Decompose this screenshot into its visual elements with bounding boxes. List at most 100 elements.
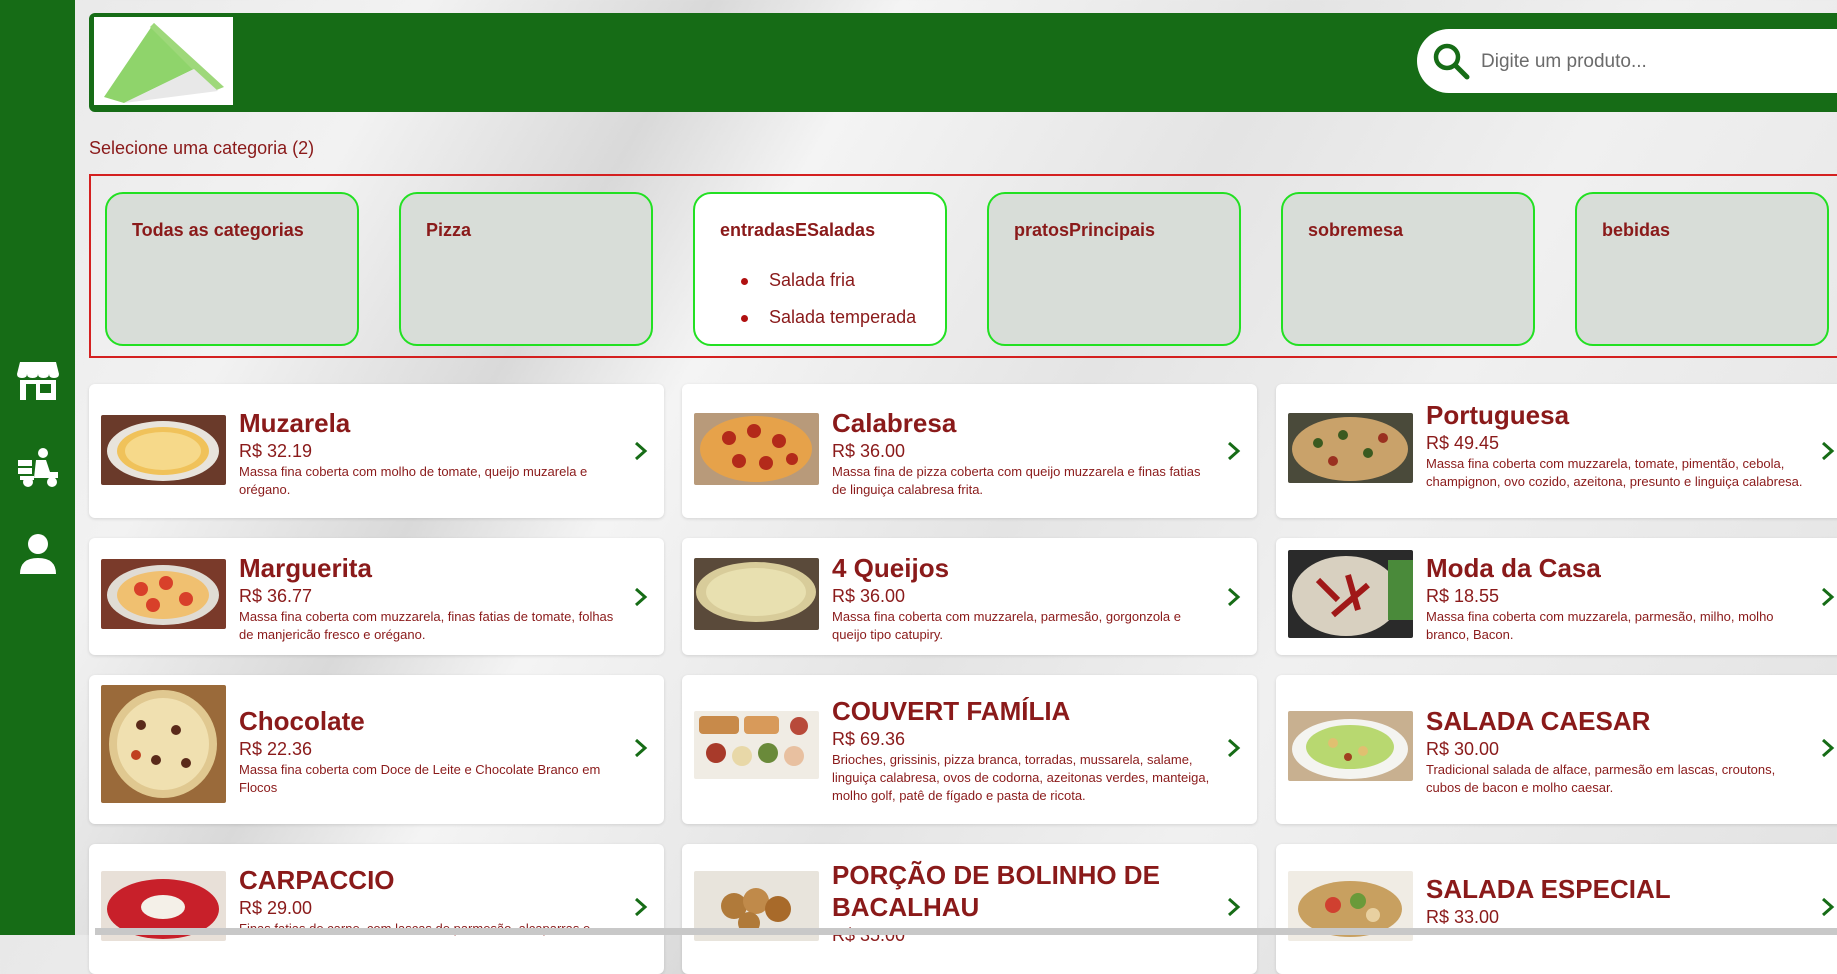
product-info: Portuguesa R$ 49.45 Massa fina coberta c… [1426, 399, 1811, 491]
product-price: R$ 30.00 [1426, 739, 1500, 759]
chevron-right-icon [635, 587, 648, 607]
product-info: Chocolate R$ 22.36 Massa fina coberta co… [239, 705, 624, 797]
product-description: Massa fina coberta com muzzarela, finas … [239, 609, 614, 642]
product-image [101, 685, 226, 803]
product-card[interactable]: Chocolate R$ 22.36 Massa fina coberta co… [89, 675, 664, 824]
product-image [1288, 550, 1413, 638]
logo [94, 17, 233, 105]
product-description: Massa fina de pizza coberta com queijo m… [832, 464, 1201, 497]
subcategory-list: Salada fria Salada temperada [721, 270, 916, 344]
product-info: SALADA CAESAR R$ 30.00 Tradicional salad… [1426, 705, 1811, 797]
product-card[interactable]: Marguerita R$ 36.77 Massa fina coberta c… [89, 538, 664, 655]
product-name: SALADA CAESAR [1426, 706, 1651, 736]
category-name: Todas as categorias [132, 220, 304, 240]
product-name: Calabresa [832, 408, 957, 438]
product-image [1288, 413, 1413, 483]
product-price: R$ 18.55 [1426, 586, 1500, 606]
product-card[interactable]: COUVERT FAMÍLIA R$ 69.36 Brioches, griss… [682, 675, 1257, 824]
product-price: R$ 33.00 [1426, 907, 1500, 927]
chevron-right-icon [1822, 441, 1835, 461]
chevron-right-icon [1822, 897, 1835, 917]
product-name: 4 Queijos [832, 553, 950, 583]
product-price: R$ 36.00 [832, 586, 906, 606]
search-input[interactable] [1479, 43, 1833, 81]
product-image [101, 559, 226, 629]
product-card[interactable]: PORÇÃO DE BOLINHO DE BACALHAU R$ 35.00 [682, 844, 1257, 974]
product-info: CARPACCIO R$ 29.00 Finas fatias de carne… [239, 864, 624, 938]
category-card-todas[interactable]: Todas as categorias [105, 192, 359, 346]
delivery-icon[interactable] [16, 446, 60, 490]
product-info: SALADA ESPECIAL R$ 33.00 [1426, 873, 1811, 929]
product-price: R$ 36.00 [832, 441, 906, 461]
product-price: R$ 49.45 [1426, 433, 1500, 453]
category-card-bebidas[interactable]: bebidas [1575, 192, 1829, 346]
search-icon[interactable] [1431, 41, 1471, 81]
chevron-right-icon [1228, 738, 1241, 758]
product-description: Brioches, grissinis, pizza branca, torra… [832, 752, 1210, 803]
category-card-pratos[interactable]: pratosPrincipais [987, 192, 1241, 346]
subcategory-item[interactable]: Salada fria [721, 270, 916, 307]
product-name: SALADA ESPECIAL [1426, 874, 1671, 904]
product-info: Moda da Casa R$ 18.55 Massa fina coberta… [1426, 552, 1811, 644]
product-info: Muzarela R$ 32.19 Massa fina coberta com… [239, 407, 624, 499]
product-name: Chocolate [239, 706, 365, 736]
category-name: bebidas [1602, 220, 1671, 240]
product-name: COUVERT FAMÍLIA [832, 696, 1071, 726]
product-name: Moda da Casa [1426, 553, 1601, 583]
chevron-right-icon [1228, 897, 1241, 917]
product-description: Massa fina coberta com muzzarela, parmes… [832, 609, 1182, 642]
product-image [694, 711, 819, 779]
product-info: 4 Queijos R$ 36.00 Massa fina coberta co… [832, 552, 1217, 644]
product-info: Marguerita R$ 36.77 Massa fina coberta c… [239, 552, 624, 644]
chevron-right-icon [1822, 738, 1835, 758]
product-name: PORÇÃO DE BOLINHO DE BACALHAU [832, 860, 1160, 922]
category-heading: Selecione uma categoria (2) [89, 138, 315, 158]
product-image [694, 558, 819, 630]
product-card[interactable]: CARPACCIO R$ 29.00 Finas fatias de carne… [89, 844, 664, 974]
product-description: Massa fina coberta com muzzarela, tomate… [1426, 456, 1803, 489]
category-card-sobremesa[interactable]: sobremesa [1281, 192, 1535, 346]
product-image [1288, 711, 1413, 781]
product-description: Tradicional salada de alface, parmesão e… [1426, 762, 1776, 795]
product-name: Portuguesa [1426, 400, 1570, 430]
chevron-right-icon [635, 897, 648, 917]
category-card-pizza[interactable]: Pizza [399, 192, 653, 346]
chevron-right-icon [1228, 587, 1241, 607]
category-name: Pizza [426, 220, 472, 240]
store-icon[interactable] [16, 358, 60, 402]
product-name: CARPACCIO [239, 865, 395, 895]
product-description: Massa fina coberta com molho de tomate, … [239, 464, 588, 497]
category-list: Todas as categorias Pizza entradasESalad… [89, 174, 1837, 358]
search-box [1417, 29, 1837, 93]
product-price: R$ 69.36 [832, 729, 906, 749]
product-price: R$ 36.77 [239, 586, 313, 606]
chevron-right-icon [635, 441, 648, 461]
product-card[interactable]: Calabresa R$ 36.00 Massa fina de pizza c… [682, 384, 1257, 518]
sidebar [0, 0, 75, 935]
product-name: Muzarela [239, 408, 351, 438]
product-description: Massa fina coberta com muzzarela, parmes… [1426, 609, 1774, 642]
product-card[interactable]: Moda da Casa R$ 18.55 Massa fina coberta… [1276, 538, 1837, 655]
product-name: Marguerita [239, 553, 372, 583]
product-price: R$ 35.00 [832, 925, 906, 945]
subcategory-item[interactable]: Salada temperada [721, 307, 916, 344]
product-info: Calabresa R$ 36.00 Massa fina de pizza c… [832, 407, 1217, 499]
product-card[interactable]: SALADA ESPECIAL R$ 33.00 [1276, 844, 1837, 974]
category-name: sobremesa [1308, 220, 1404, 240]
chevron-right-icon [1228, 441, 1241, 461]
product-info: COUVERT FAMÍLIA R$ 69.36 Brioches, griss… [832, 695, 1217, 805]
product-image [694, 413, 819, 485]
chevron-right-icon [1822, 587, 1835, 607]
product-card[interactable]: 4 Queijos R$ 36.00 Massa fina coberta co… [682, 538, 1257, 655]
product-card[interactable]: Portuguesa R$ 49.45 Massa fina coberta c… [1276, 384, 1837, 518]
product-description: Massa fina coberta com Doce de Leite e C… [239, 762, 601, 795]
product-card[interactable]: Muzarela R$ 32.19 Massa fina coberta com… [89, 384, 664, 518]
chevron-right-icon [635, 738, 648, 758]
category-name: pratosPrincipais [1014, 220, 1156, 240]
user-icon[interactable] [16, 532, 60, 576]
product-card[interactable]: SALADA CAESAR R$ 30.00 Tradicional salad… [1276, 675, 1837, 824]
product-price: R$ 32.19 [239, 441, 313, 461]
product-image [101, 415, 226, 485]
category-card-entradas[interactable]: entradasESaladas Salada fria Salada temp… [693, 192, 947, 346]
horizontal-scrollbar[interactable] [95, 928, 1837, 935]
